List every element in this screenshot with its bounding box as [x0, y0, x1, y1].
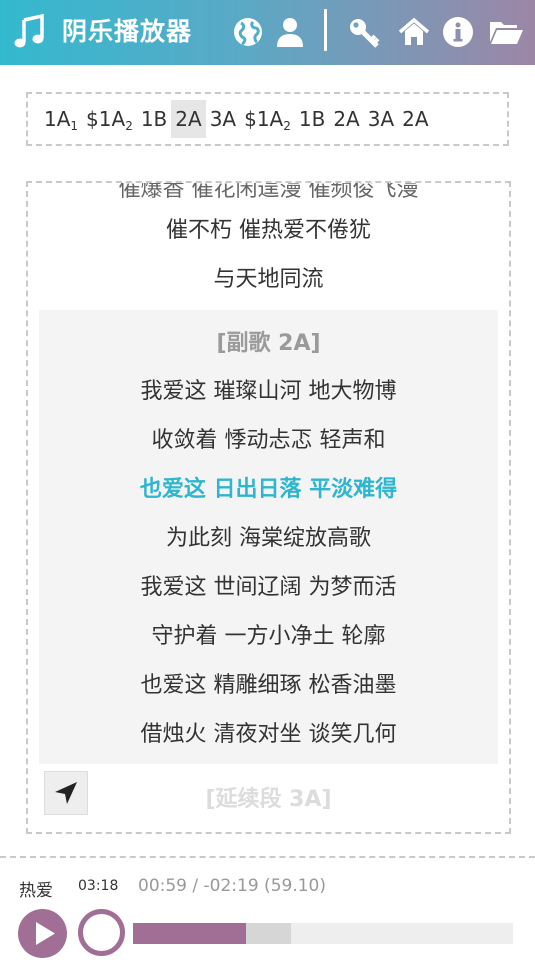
lyric-line: 与天地同流	[213, 267, 324, 292]
lyric-line[interactable]: 收敛着 悸动忐忑 轻声和	[39, 422, 498, 454]
lyric-line[interactable]: 为此刻 海棠绽放高歌	[39, 520, 498, 552]
playback-time: 00:59 / -02:19 (59.10)	[138, 876, 326, 896]
app-header: 阴乐播放器	[0, 0, 535, 65]
sequence-item[interactable]: 2A	[329, 100, 363, 138]
sequence-item-label: 1B	[298, 107, 326, 131]
sequence-item-label: 2A	[402, 107, 429, 131]
sequence-item[interactable]: $1A2	[240, 100, 295, 138]
sequence-item-subscript: 2	[125, 119, 133, 133]
next-section-label: [延续段 3A]	[205, 787, 332, 812]
sequence-item[interactable]: 1B	[137, 100, 171, 138]
lyric-line[interactable]: 我爱这 世间辽阔 为梦而活	[39, 569, 498, 601]
progress-bar[interactable]	[133, 923, 513, 944]
info-icon[interactable]	[442, 16, 474, 48]
sequence-item[interactable]: 3A	[206, 100, 240, 138]
lyric-section-current: [副歌 2A] 我爱这 璀璨山河 地大物博 收敛着 悸动忐忑 轻声和 也爱这 日出日…	[39, 310, 498, 764]
sequence-item[interactable]: 3A	[364, 100, 398, 138]
lyric-line[interactable]: 守护着 一方小净土 轮廓	[39, 618, 498, 650]
player-bar: 热爱 03:18 00:59 / -02:19 (59.10)	[0, 856, 535, 967]
section-label: [副歌 2A]	[216, 331, 321, 356]
play-icon	[36, 922, 55, 945]
navigation-arrow-icon	[55, 782, 77, 804]
track-title: 热爱	[19, 881, 53, 901]
sequence-item[interactable]: 1B	[295, 100, 329, 138]
play-button[interactable]	[18, 909, 67, 958]
section-sequence: 1A1 $1A2 1B 2A 3A $1A2 1B 2A 3A 2A	[40, 94, 433, 144]
sequence-item-subscript: 1	[70, 119, 79, 133]
lyric-line: 催不朽 催热爱不倦犹	[166, 218, 371, 243]
sequence-item[interactable]: 2A	[398, 100, 432, 138]
lyric-line[interactable]: 也爱这 精雕细琢 松香油墨	[39, 667, 498, 699]
sequence-item[interactable]: 2A	[171, 100, 206, 138]
progress-fill	[133, 923, 247, 944]
section-sequence-bar: 1A1 $1A2 1B 2A 3A $1A2 1B 2A 3A 2A	[26, 92, 509, 146]
sequence-item-label: 3A	[209, 107, 237, 131]
sequence-item-label: 1B	[140, 107, 168, 131]
folder-open-icon[interactable]	[488, 16, 524, 48]
sequence-item-label: 2A	[333, 107, 360, 131]
user-icon[interactable]	[274, 16, 306, 48]
lyrics-panel[interactable]: 催爆香 催花闲逞漫 催频俊飞漫 催不朽 催热爱不倦犹 与天地同流 [副歌 2A]…	[26, 181, 511, 834]
lyric-line-partial: 催爆香 催花闲逞漫 催频俊飞漫	[118, 181, 419, 202]
header-divider	[324, 9, 327, 51]
sequence-item[interactable]: 1A1	[40, 100, 82, 138]
home-icon[interactable]	[398, 16, 430, 48]
sequence-item-label: 2A	[175, 107, 202, 131]
sequence-item-label: 3A	[367, 107, 395, 131]
sequence-item-label: $1A	[244, 107, 284, 131]
globe-icon[interactable]	[232, 16, 264, 48]
lyric-line[interactable]: 借烛火 清夜对坐 谈笑几何	[39, 716, 498, 748]
sequence-item-label: $1A	[86, 107, 126, 131]
stop-button[interactable]	[78, 909, 125, 956]
app-title: 阴乐播放器	[62, 17, 193, 46]
music-note-icon	[14, 14, 44, 48]
lyric-line[interactable]: 我爱这 璀璨山河 地大物博	[39, 373, 498, 405]
lyric-line-current[interactable]: 也爱这 日出日落 平淡难得	[39, 471, 498, 503]
track-duration: 03:18	[78, 878, 119, 894]
key-icon[interactable]	[348, 16, 380, 48]
sequence-item-label: 1A	[44, 107, 71, 131]
locate-current-button[interactable]	[44, 771, 88, 815]
sequence-item[interactable]: $1A2	[82, 100, 137, 138]
sequence-item-subscript: 2	[283, 119, 291, 133]
